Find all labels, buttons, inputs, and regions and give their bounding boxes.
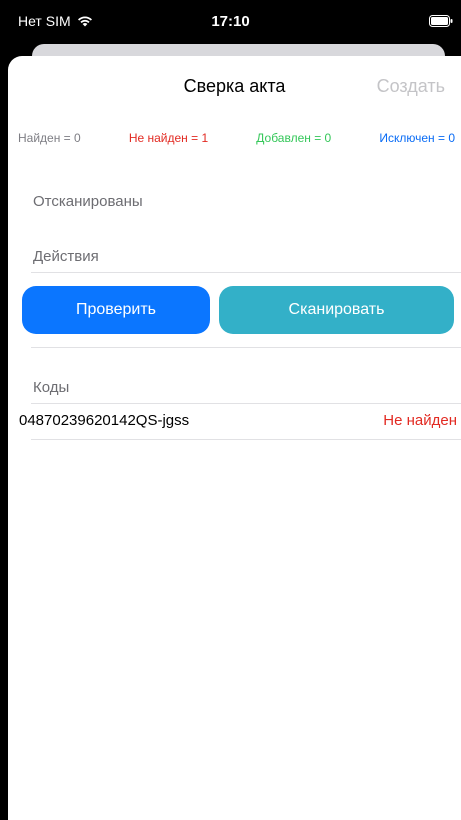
excluded-counter: Исключен = 0 bbox=[379, 131, 455, 145]
status-bar: Нет SIM 17:10 bbox=[0, 0, 461, 44]
codes-section-header: Коды bbox=[33, 379, 70, 396]
battery-icon bbox=[429, 15, 453, 27]
actions-section-header: Действия bbox=[33, 248, 99, 265]
divider bbox=[31, 403, 461, 404]
not-found-counter: Не найден = 1 bbox=[128, 131, 209, 145]
code-value: 04870239620142QS-jgss bbox=[19, 412, 190, 429]
create-button[interactable]: Создать bbox=[377, 76, 445, 97]
check-button[interactable]: Проверить bbox=[22, 286, 210, 334]
list-item[interactable]: 04870239620142QS-jgss Не найден bbox=[8, 412, 461, 434]
scanned-section-header: Отсканированы bbox=[33, 193, 143, 210]
clock: 17:10 bbox=[211, 13, 250, 30]
modal-sheet: Сверка акта Создать Найден = 0 Не найден… bbox=[8, 56, 461, 820]
divider bbox=[31, 272, 461, 273]
code-status: Не найден bbox=[383, 412, 457, 429]
added-counter: Добавлен = 0 bbox=[256, 131, 332, 145]
divider bbox=[31, 439, 461, 440]
found-counter: Найден = 0 bbox=[18, 131, 81, 145]
status-counters: Найден = 0 Не найден = 1 Добавлен = 0 Ис… bbox=[18, 131, 455, 145]
divider bbox=[31, 347, 461, 348]
scan-button[interactable]: Сканировать bbox=[219, 286, 454, 334]
